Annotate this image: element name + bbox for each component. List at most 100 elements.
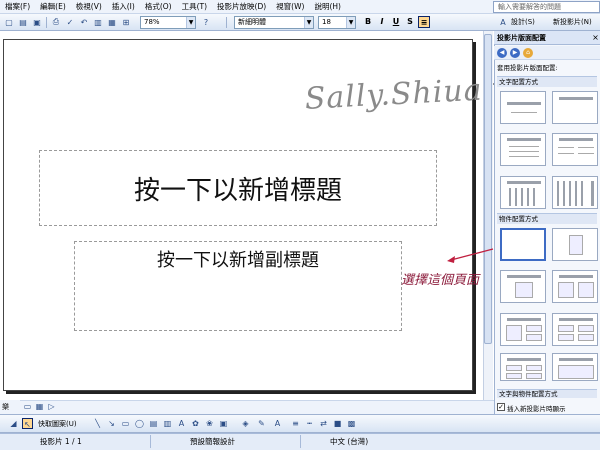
expand-icon[interactable]: ⊞ [120,16,132,28]
toolbar-separator [46,17,47,28]
section-content-layouts: 物件配置方式 [497,213,597,224]
view-bar [0,400,494,414]
dash-style-icon[interactable]: ┅ [304,418,315,429]
layout-title-text[interactable] [500,133,546,166]
oval-icon[interactable]: ◯ [134,418,145,429]
toolbar: ▢ ▤ ▣ ⎙ ✓ ↶ ▥ ▦ ⊞ 78% ▼ ? 新細明體 ▼ 18 ▼ B … [0,14,600,31]
font-color-icon[interactable]: A [497,16,509,28]
draw-menu-icon[interactable]: ◢ [8,418,19,429]
arrow-style-icon[interactable]: ⇄ [318,418,329,429]
font-color-icon[interactable]: A [272,418,283,429]
shadow-style-icon[interactable]: ■ [332,418,343,429]
menu-help[interactable]: 說明(H) [309,0,346,14]
subtitle-placeholder[interactable]: 按一下以新增副標題 [74,241,402,331]
italic-button[interactable]: I [376,16,388,28]
chevron-down-icon: ▼ [304,17,313,28]
picture-icon[interactable]: ▣ [218,418,229,429]
bold-button[interactable]: B [362,16,374,28]
underline-button[interactable]: U [390,16,402,28]
menu-tools[interactable]: 工具(T) [177,0,212,14]
annotation-text: 選擇這個頁面 [401,273,480,288]
menu-window[interactable]: 視窗(W) [271,0,309,14]
task-pane-title: 投影片版面配置 [494,31,600,45]
menu-insert[interactable]: 插入(I) [107,0,140,14]
status-design: 預設簡報設計 [190,437,235,446]
chevron-down-icon: ▼ [186,17,195,28]
arrow-icon[interactable]: ↘ [106,418,117,429]
menu-file[interactable]: 檔案(F) [0,0,35,14]
close-icon[interactable]: × [592,33,599,42]
fill-color-icon[interactable]: ◈ [240,418,251,429]
layout-title-two-content[interactable] [552,270,598,303]
font-size-select[interactable]: 18 ▼ [318,16,356,29]
layout-title-content-two[interactable] [500,313,546,346]
section-text-content-layouts: 文字與物件配置方式 [497,389,597,398]
forward-icon[interactable]: ▶ [510,48,520,58]
menu-format[interactable]: 格式(O) [140,0,177,14]
layout-blank[interactable] [500,228,546,261]
spelling-icon[interactable]: ✓ [64,16,76,28]
design-button[interactable]: 設計(S) [511,16,535,28]
layout-title-only[interactable] [552,91,598,124]
layout-vertical-title-text[interactable] [552,176,598,209]
chart-icon[interactable]: ▥ [92,16,104,28]
layout-vertical-text[interactable] [500,176,546,209]
layout-title-content[interactable] [500,270,546,303]
zoom-value: 78% [144,18,160,26]
show-on-insert-checkbox[interactable]: ✓ [497,403,505,411]
line-icon[interactable]: ╲ [92,418,103,429]
font-name-select[interactable]: 新細明體 ▼ [234,16,314,29]
sorter-view-icon[interactable]: ▦ [34,401,45,412]
save-icon[interactable]: ▣ [31,16,43,28]
autoshapes-menu[interactable]: 快取圖案(U) [38,418,77,430]
zoom-select[interactable]: 78% ▼ [140,16,196,29]
diagram-icon[interactable]: ✿ [190,418,201,429]
status-language: 中文 (台灣) [330,437,369,446]
view-label: 樂 [0,400,20,414]
menu-edit[interactable]: 編輯(E) [35,0,71,14]
layout-four-content-a[interactable] [500,353,546,381]
help-search-input[interactable]: 輸入需要解答的問題 [493,1,600,13]
scrollbar-thumb[interactable] [484,34,492,344]
status-separator [300,435,301,448]
print-icon[interactable]: ⎙ [50,16,62,28]
slideshow-view-icon[interactable]: ▷ [46,401,57,412]
3d-style-icon[interactable]: ▩ [346,418,357,429]
align-left-icon[interactable]: ≡ [418,16,430,28]
undo-icon[interactable]: ↶ [78,16,90,28]
layout-content[interactable] [552,228,598,261]
toolbar-separator [226,17,227,28]
rectangle-icon[interactable]: ▭ [120,418,131,429]
menu-slideshow[interactable]: 投影片放映(D) [212,0,271,14]
select-objects-icon[interactable]: ↖ [22,418,33,429]
layout-title-slide[interactable] [500,91,546,124]
section-text-layouts: 文字配置方式 [497,76,597,87]
new-slide-button[interactable]: 新投影片(N) [553,16,592,28]
open-folder-icon[interactable]: ▤ [17,16,29,28]
annotation-arrow-icon [447,248,494,263]
shadow-button[interactable]: S [404,16,416,28]
show-on-insert-label: 插入新投影片時顯示 [507,405,566,413]
vertical-textbox-icon[interactable]: ▥ [162,418,173,429]
table-icon[interactable]: ▦ [106,16,118,28]
line-color-icon[interactable]: ✎ [256,418,267,429]
status-separator [150,435,151,448]
layout-two-column-text[interactable] [552,133,598,166]
font-size-value: 18 [322,18,331,26]
clipart-icon[interactable]: ❀ [204,418,215,429]
new-file-icon[interactable]: ▢ [3,16,15,28]
back-icon[interactable]: ◀ [497,48,507,58]
layout-four-content-b[interactable] [552,353,598,381]
help-icon[interactable]: ? [200,16,212,28]
menu-view[interactable]: 檢視(V) [71,0,107,14]
chevron-down-icon: ▼ [346,17,355,28]
status-slide-count: 投影片 1 / 1 [40,437,82,446]
textbox-icon[interactable]: ▤ [148,418,159,429]
normal-view-icon[interactable]: ▭ [22,401,33,412]
layout-title-four-content[interactable] [552,313,598,346]
line-style-icon[interactable]: ≡ [290,418,301,429]
title-placeholder[interactable]: 按一下以新增標題 [39,150,437,226]
home-icon[interactable]: ⌂ [523,48,533,58]
apply-layout-label: 套用投影片版面配置: [497,64,558,72]
wordart-icon[interactable]: A [176,418,187,429]
